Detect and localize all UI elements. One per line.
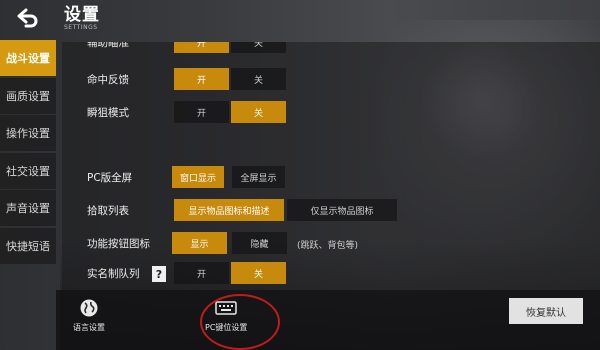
function-icons-hint: (跳跃、背包等) bbox=[297, 241, 359, 251]
instant-scope-on-button[interactable]: 开 bbox=[174, 101, 229, 123]
highlight-circle bbox=[200, 294, 280, 350]
setting-row-aim-assist: 辅助瞄准 开 关 bbox=[62, 42, 600, 57]
sidebar-item-controls[interactable]: 操作设置 bbox=[0, 115, 56, 151]
page-title-group: 设置 SETTINGS bbox=[64, 6, 100, 31]
setting-label: PC版全屏 bbox=[87, 172, 133, 184]
instant-scope-off-button[interactable]: 关 bbox=[231, 101, 286, 123]
sidebar-item-sound[interactable]: 声音设置 bbox=[0, 190, 56, 226]
show-icon-and-desc-button[interactable]: 显示物品图标和描述 bbox=[174, 199, 284, 221]
bottom-bar: 语言设置 PC键位设置 恢复默认 bbox=[56, 290, 600, 350]
aim-assist-off-button[interactable]: 关 bbox=[231, 42, 286, 53]
windowed-display-button[interactable]: 窗口显示 bbox=[172, 166, 224, 188]
function-icons-show-button[interactable]: 显示 bbox=[172, 232, 227, 254]
header: 设置 SETTINGS bbox=[0, 0, 600, 42]
setting-label: 拾取列表 bbox=[87, 205, 129, 217]
sidebar-item-combat[interactable]: 战斗设置 bbox=[0, 40, 56, 76]
help-icon[interactable]: ? bbox=[152, 266, 166, 282]
back-button[interactable] bbox=[0, 0, 56, 36]
setting-label: 功能按钮图标 bbox=[87, 238, 150, 250]
setting-label: 瞬狙模式 bbox=[87, 107, 129, 119]
sidebar: 战斗设置 画质设置 操作设置 社交设置 声音设置 快捷短语 bbox=[0, 40, 56, 270]
setting-label: 实名制队列 bbox=[87, 268, 140, 280]
setting-label: 辅助瞄准 bbox=[87, 42, 129, 49]
setting-row-pickup-list: 拾取列表 显示物品图标和描述 仅显示物品图标 bbox=[62, 197, 600, 225]
real-name-queue-off-button[interactable]: 关 bbox=[231, 262, 286, 284]
setting-row-pc-fullscreen: PC版全屏 窗口显示 全屏显示 bbox=[62, 164, 600, 192]
page-subtitle: SETTINGS bbox=[64, 24, 98, 31]
setting-row-hit-feedback: 命中反馈 开 关 bbox=[62, 66, 600, 94]
sidebar-item-quick-chat[interactable]: 快捷短语 bbox=[0, 227, 56, 264]
close-area[interactable] bbox=[560, 0, 600, 38]
setting-row-real-name-queue: 实名制队列 ? 开 关 bbox=[62, 260, 600, 288]
globe-icon bbox=[77, 298, 101, 318]
fullscreen-display-button[interactable]: 全屏显示 bbox=[232, 166, 285, 188]
hit-feedback-on-button[interactable]: 开 bbox=[174, 68, 229, 90]
function-icons-hide-button[interactable]: 隐藏 bbox=[232, 232, 287, 254]
setting-label: 命中反馈 bbox=[87, 74, 129, 86]
reset-default-button[interactable]: 恢复默认 bbox=[509, 298, 583, 324]
show-icon-only-button[interactable]: 仅显示物品图标 bbox=[287, 199, 397, 221]
setting-row-function-icons: 功能按钮图标 显示 隐藏 (跳跃、背包等) bbox=[62, 230, 600, 258]
sidebar-item-graphics[interactable]: 画质设置 bbox=[0, 77, 56, 114]
back-arrow-icon bbox=[17, 8, 38, 28]
aim-assist-on-button[interactable]: 开 bbox=[174, 42, 229, 53]
language-settings-button[interactable]: 语言设置 bbox=[73, 298, 105, 333]
setting-row-instant-scope: 瞬狙模式 开 关 bbox=[62, 99, 600, 127]
sidebar-item-social[interactable]: 社交设置 bbox=[0, 152, 56, 189]
settings-panel: 辅助瞄准 开 关 命中反馈 开 关 瞬狙模式 开 关 PC版全屏 窗口显示 全屏… bbox=[62, 42, 600, 290]
page-title: 设置 bbox=[64, 5, 100, 25]
hit-feedback-off-button[interactable]: 关 bbox=[231, 68, 286, 90]
language-settings-label: 语言设置 bbox=[73, 323, 105, 332]
real-name-queue-on-button[interactable]: 开 bbox=[174, 262, 229, 284]
